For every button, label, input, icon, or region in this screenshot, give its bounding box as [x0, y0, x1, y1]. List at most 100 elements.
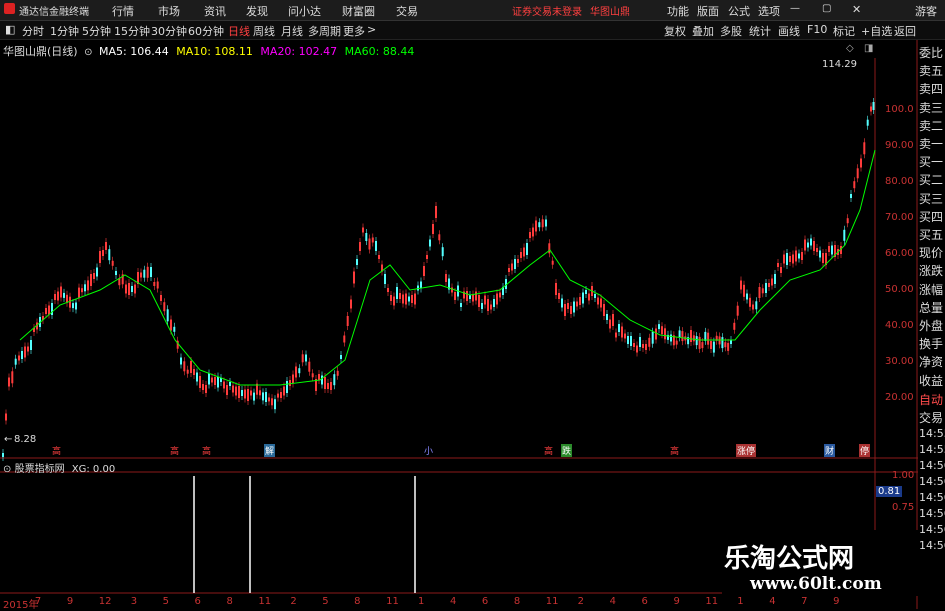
event-marker[interactable]: 涨停: [736, 444, 757, 457]
chevron-right-icon[interactable]: >: [367, 23, 376, 36]
menu-function[interactable]: 功能: [667, 3, 689, 19]
period-more[interactable]: 更多: [343, 23, 365, 39]
x-axis-tick: 1: [737, 596, 744, 607]
toolbar-f10[interactable]: F10: [807, 23, 827, 36]
x-axis-tick: 6: [641, 596, 648, 607]
toolbar-overlay[interactable]: 叠加: [692, 23, 714, 39]
x-axis-tick: 11: [545, 596, 559, 607]
tick-time-label: 14:56: [919, 458, 945, 472]
toolbar-add-watchlist[interactable]: +自选: [861, 23, 892, 39]
trade-login-status[interactable]: 证券交易未登录: [512, 3, 582, 18]
menu-news[interactable]: 资讯: [204, 3, 226, 19]
event-marker[interactable]: 高: [202, 444, 211, 457]
kline-chart[interactable]: [0, 40, 945, 609]
min-price-label: 8.28: [14, 434, 37, 445]
period-5min[interactable]: 5分钟: [82, 23, 111, 39]
x-axis-tick: 12: [98, 596, 112, 607]
x-axis-tick: 2: [577, 596, 585, 607]
event-marker[interactable]: 高: [52, 444, 61, 457]
trade-button[interactable]: 交易: [919, 409, 943, 426]
toolbar-draw[interactable]: 画线: [778, 23, 800, 39]
x-axis-tick: 5: [162, 596, 169, 607]
tick-time-label: 14:56: [919, 474, 945, 488]
period-daily[interactable]: 日线: [228, 23, 250, 39]
tick-time-label: 14:55: [919, 442, 945, 456]
toolbar-mark[interactable]: 标记: [833, 23, 855, 39]
close-button[interactable]: ✕: [852, 3, 861, 16]
indicator-name[interactable]: 股票指标网: [15, 464, 65, 475]
menu-options[interactable]: 选项: [758, 3, 780, 19]
toolbar-stats[interactable]: 统计: [749, 23, 771, 39]
menu-wealth[interactable]: 财富圈: [342, 3, 375, 19]
x-axis-tick: 4: [769, 596, 776, 607]
period-15min[interactable]: 15分钟: [114, 23, 150, 39]
auto-button[interactable]: 自动: [919, 391, 943, 408]
quote-field-label: 换手: [919, 337, 944, 352]
event-marker[interactable]: 高: [544, 444, 553, 457]
quote-field-label: 买五: [919, 228, 944, 242]
quote-field-label: 买四: [919, 209, 944, 224]
price-tick: 30.00: [885, 356, 914, 367]
event-marker[interactable]: 跌: [561, 444, 573, 457]
period-30min[interactable]: 30分钟: [151, 23, 187, 39]
toolbar-multi-stock[interactable]: 多股: [720, 23, 742, 39]
toolbar-back[interactable]: 返回: [894, 23, 916, 39]
x-axis-tick: 6: [481, 596, 489, 607]
x-axis-tick: 9: [673, 596, 680, 607]
quote-field-label: 卖三: [919, 100, 944, 115]
period-60min[interactable]: 60分钟: [188, 23, 224, 39]
indicator-settings-icon[interactable]: ⊙: [3, 464, 11, 475]
sidebar-toggle-icon[interactable]: ◧: [5, 23, 15, 36]
current-stock-name: 华图山鼎: [590, 7, 630, 18]
maximize-button[interactable]: ▢: [822, 3, 831, 14]
event-marker[interactable]: 小: [424, 444, 433, 457]
x-axis-tick: 9: [66, 596, 74, 607]
menu-layout[interactable]: 版面: [697, 3, 719, 19]
menu-ask[interactable]: 问小达: [288, 3, 321, 19]
menu-discover[interactable]: 发现: [246, 3, 268, 19]
event-marker[interactable]: 高: [170, 444, 179, 457]
x-axis-tick: 5: [322, 596, 329, 607]
menu-formula[interactable]: 公式: [728, 3, 750, 19]
price-tick: 90.00: [885, 140, 914, 151]
x-axis-tick: 8: [354, 596, 361, 607]
x-axis-tick: 6: [194, 596, 201, 607]
x-axis-tick: 9: [833, 596, 840, 607]
period-intraday[interactable]: 分时: [22, 23, 44, 39]
app-logo-icon: [4, 3, 15, 14]
event-marker[interactable]: 停: [859, 444, 871, 457]
indicator-value: XG: 0.00: [71, 464, 116, 475]
quote-field-label: 买二: [919, 173, 944, 188]
period-multi[interactable]: 多周期: [308, 23, 341, 39]
event-marker[interactable]: 高: [670, 444, 679, 457]
x-axis-tick: 3: [130, 596, 138, 607]
quote-field-label: 净资: [919, 355, 944, 370]
minimize-button[interactable]: —: [790, 3, 800, 14]
event-marker[interactable]: 财: [824, 444, 836, 457]
tick-time-label: 14:55: [919, 426, 945, 440]
period-weekly[interactable]: 周线: [253, 23, 275, 39]
quote-field-label: 涨幅: [919, 282, 944, 297]
menu-market[interactable]: 市场: [158, 3, 180, 19]
menu-trade[interactable]: 交易: [396, 3, 418, 19]
period-1min[interactable]: 1分钟: [50, 23, 79, 39]
indicator-tick: 0.75: [892, 502, 915, 513]
indicator-header: ⊙ 股票指标网 XG: 0.00: [3, 460, 115, 475]
price-tick: 100.0: [885, 104, 914, 115]
toolbar-adjust[interactable]: 复权: [664, 23, 686, 39]
period-monthly[interactable]: 月线: [281, 23, 303, 39]
price-tick: 20.00: [885, 392, 914, 403]
x-axis-tick: 11: [386, 596, 399, 607]
indicator-current-tick: 0.81: [876, 486, 903, 497]
x-axis-tick: 2: [290, 596, 297, 607]
quote-field-label: 涨跌: [919, 264, 944, 279]
guest-label[interactable]: 游客: [915, 3, 937, 19]
price-tick: 70.00: [885, 212, 914, 223]
x-axis-tick: 4: [609, 596, 616, 607]
tick-time-label: 14:56: [919, 538, 945, 552]
quote-field-label: 委比: [919, 46, 944, 60]
event-marker[interactable]: 解: [264, 444, 276, 457]
menu-market-quotes[interactable]: 行情: [112, 3, 134, 19]
x-axis-tick: 11: [705, 596, 719, 607]
indicator-tick: 1.00: [892, 470, 915, 481]
